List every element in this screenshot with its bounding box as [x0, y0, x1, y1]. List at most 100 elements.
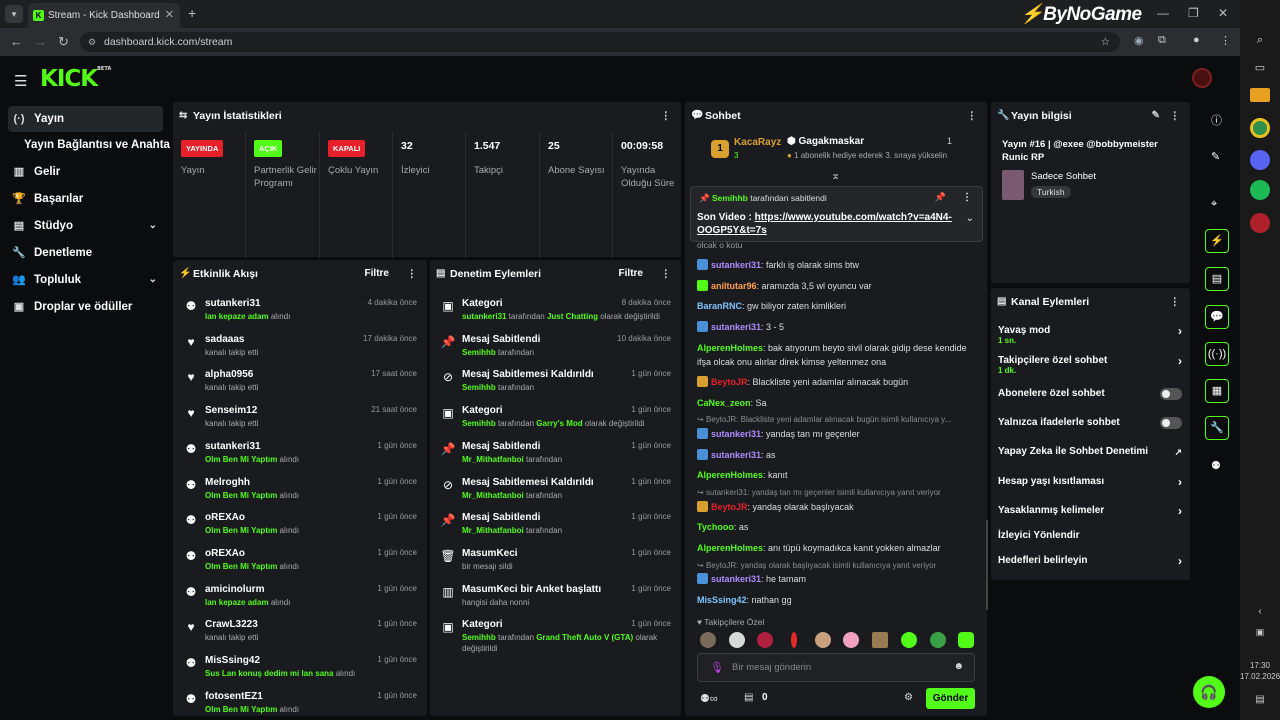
activity-user[interactable]: sutankeri31: [205, 441, 261, 452]
chat-reply-context[interactable]: ↪ sutankeri31: yandaş tan mı geçenler is…: [697, 488, 977, 497]
chat-reply-context[interactable]: ↪ BeytoJR: Blackliste yeni adamlar alına…: [697, 415, 977, 424]
chat-username[interactable]: BaranRNC: [697, 301, 742, 311]
broadcast-tool-button[interactable]: ((·)): [1205, 342, 1229, 366]
menu-icon[interactable]: ☰: [14, 72, 27, 90]
channel-action-item[interactable]: Takipçilere özel sohbet 1 dk. ›: [992, 350, 1188, 375]
info-icon[interactable]: ⓘ: [1211, 112, 1222, 128]
user-avatar[interactable]: [1192, 68, 1212, 88]
chevron-left-icon[interactable]: ‹: [1250, 602, 1270, 622]
toggle-switch[interactable]: [1160, 417, 1182, 429]
settings-gear-icon[interactable]: ⚙: [904, 692, 913, 703]
chevron-down-icon[interactable]: ⌄: [966, 213, 974, 224]
profile-icon[interactable]: ●: [1193, 34, 1200, 46]
chat-username[interactable]: sutankeri31: [711, 574, 761, 584]
discord-icon[interactable]: [1250, 150, 1270, 170]
emote-10[interactable]: [958, 632, 974, 648]
filter-button[interactable]: Filtre: [365, 260, 389, 288]
chat-scrollbar[interactable]: [986, 520, 988, 610]
chat-username[interactable]: AlperenHolmes: [697, 470, 763, 480]
chat-username[interactable]: Tychooo: [697, 522, 734, 532]
emote-1[interactable]: [700, 632, 716, 648]
chat-reply-context[interactable]: ↪ BeytoJR: yandaş olarak başlıyacak isim…: [697, 561, 977, 570]
more-icon[interactable]: ⋮: [1170, 102, 1181, 130]
filter-button[interactable]: Filtre: [619, 260, 643, 288]
points-icon[interactable]: ⚉∞: [700, 692, 718, 705]
activity-user[interactable]: CrawL3223: [205, 619, 258, 630]
focus-icon[interactable]: ⌖: [1211, 198, 1217, 211]
emote-8[interactable]: [901, 632, 917, 648]
send-button[interactable]: Gönder: [926, 688, 975, 709]
activity-user[interactable]: amicinolurm: [205, 584, 264, 595]
more-icon[interactable]: ⋮: [967, 102, 978, 130]
search-icon[interactable]: ⌕: [1250, 30, 1270, 50]
channel-action-item[interactable]: Yavaş mod 1 sn. ›: [992, 320, 1188, 345]
tab-close-icon[interactable]: ✕: [165, 3, 174, 28]
chat-username[interactable]: sutankeri31: [711, 260, 761, 270]
channel-action-item[interactable]: Hedefleri belirleyin ›: [992, 550, 1188, 572]
reload-icon[interactable]: ↻: [58, 34, 69, 50]
microphone-icon[interactable]: 🎙: [710, 661, 724, 674]
activity-user[interactable]: sadaaas: [205, 334, 244, 345]
emote-7[interactable]: [872, 632, 888, 648]
chat-username[interactable]: sutankeri31: [711, 429, 761, 439]
emote-3[interactable]: [757, 632, 773, 648]
maximize-icon[interactable]: ❐: [1188, 6, 1199, 20]
browser-tab[interactable]: K Stream - Kick Dashboard ✕: [28, 3, 180, 28]
browser-menu-icon[interactable]: ⋮: [1220, 34, 1231, 47]
sidebar-item-studyo[interactable]: ▤ Stüdyo ⌄: [8, 213, 163, 239]
channel-action-item[interactable]: Hesap yaşı kısıtlaması ›: [992, 471, 1188, 493]
pin-icon[interactable]: 📌: [935, 192, 946, 203]
collapse-icon[interactable]: ⌅: [831, 169, 840, 182]
activity-user[interactable]: sutankeri31: [205, 298, 261, 309]
edit-pencil-icon[interactable]: ✎: [1152, 102, 1160, 130]
folder-icon[interactable]: [1250, 88, 1270, 102]
lightning-tool-button[interactable]: ⚡: [1205, 229, 1229, 253]
toggle-switch[interactable]: [1160, 388, 1182, 400]
more-icon[interactable]: ⋮: [407, 260, 418, 288]
app-icon[interactable]: [1250, 213, 1270, 233]
wrench-tool-button[interactable]: 🔧: [1205, 416, 1229, 440]
activity-user[interactable]: oREXAo: [205, 548, 245, 559]
chat-input[interactable]: 🎙 Bir mesaj gönderin ☻: [697, 653, 975, 682]
chat-username[interactable]: sutankeri31: [711, 322, 761, 332]
sidebar-item-yayin[interactable]: (·) Yayın: [8, 106, 163, 132]
activity-user[interactable]: alpha0956: [205, 369, 253, 380]
sidebar-item-stream-key[interactable]: Yayın Bağlantısı ve Anahtarı: [0, 132, 170, 158]
sidebar-item-topluluk[interactable]: 👥 Topluluk ⌄: [8, 267, 163, 293]
channel-action-item[interactable]: Yalnızca ifadelerle sohbet: [992, 412, 1188, 434]
kick-logo[interactable]: KICKBETA: [40, 66, 111, 92]
chat-username[interactable]: sutankeri31: [711, 450, 761, 460]
tray-icon[interactable]: ▣: [1250, 622, 1270, 642]
more-icon[interactable]: ⋮: [661, 260, 672, 288]
more-icon[interactable]: ⋮: [962, 192, 972, 203]
gifter-name[interactable]: ⬢ Gagakmaskar: [787, 136, 864, 147]
bookmark-star-icon[interactable]: ☆: [1101, 32, 1110, 52]
chat-username[interactable]: CaNex_zeon: [697, 398, 751, 408]
notification-icon[interactable]: ▤: [1250, 690, 1270, 710]
more-icon[interactable]: ⋮: [1170, 288, 1181, 316]
forward-icon[interactable]: →: [34, 34, 47, 49]
chat-username[interactable]: AlperenHolmes: [697, 543, 763, 553]
site-info-icon[interactable]: ⚙: [88, 32, 96, 52]
chat-username[interactable]: BeytoJR: [711, 502, 748, 512]
activity-user[interactable]: Melroghh: [205, 477, 250, 488]
chat-tool-button[interactable]: 💬: [1205, 305, 1229, 329]
emote-9[interactable]: [930, 632, 946, 648]
extensions-puzzle-icon[interactable]: ⧉: [1158, 34, 1166, 47]
emote-2[interactable]: [729, 632, 745, 648]
store-icon[interactable]: ▤: [744, 692, 753, 703]
channel-action-item[interactable]: Yapay Zeka ile Sohbet Denetimi ↗: [992, 441, 1188, 463]
chat-username[interactable]: BeytoJR: [711, 377, 748, 387]
community-icon[interactable]: ⚉: [1211, 459, 1221, 472]
spotify-icon[interactable]: [1250, 180, 1270, 200]
chrome-icon[interactable]: [1250, 118, 1270, 138]
activity-user[interactable]: MisSsing42: [205, 655, 260, 666]
top-gifter-name[interactable]: KacaRayz: [734, 137, 781, 148]
window-close-icon[interactable]: ✕: [1218, 6, 1228, 20]
support-headset-icon[interactable]: 🎧: [1193, 676, 1225, 708]
sidebar-item-droplar[interactable]: ▣ Droplar ve ödüller: [8, 294, 163, 320]
tab-search-icon[interactable]: ▾: [5, 5, 23, 23]
channel-action-item[interactable]: İzleyici Yönlendir: [992, 525, 1188, 547]
more-icon[interactable]: ⋮: [661, 102, 672, 130]
new-tab-icon[interactable]: +: [188, 5, 196, 21]
